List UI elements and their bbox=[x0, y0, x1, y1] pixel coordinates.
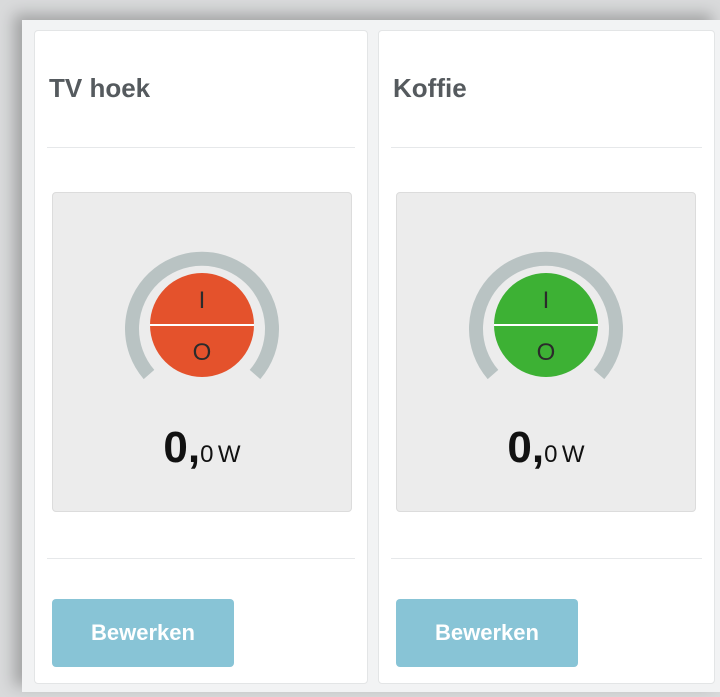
power-unit: W bbox=[217, 441, 241, 468]
switch-off-symbol: O bbox=[193, 339, 212, 366]
power-panel: I O 0,0 W bbox=[396, 192, 696, 512]
device-card-koffie: Koffie I O 0,0 W Bewerken bbox=[378, 30, 715, 684]
power-integer: 0, bbox=[163, 423, 201, 472]
device-title: TV hoek bbox=[49, 73, 151, 103]
divider bbox=[47, 147, 355, 148]
power-reading: 0,0 W bbox=[53, 423, 351, 473]
switch-off-symbol: O bbox=[537, 339, 556, 366]
power-toggle-icon[interactable]: I O bbox=[125, 248, 279, 388]
divider bbox=[391, 558, 702, 559]
device-title: Koffie bbox=[393, 73, 467, 103]
divider bbox=[391, 147, 702, 148]
power-decimal: 0 bbox=[544, 441, 558, 468]
power-decimal: 0 bbox=[200, 441, 214, 468]
power-reading: 0,0 W bbox=[397, 423, 695, 473]
power-integer: 0, bbox=[507, 423, 545, 472]
edit-button[interactable]: Bewerken bbox=[396, 599, 578, 667]
switch-on-symbol: I bbox=[199, 287, 206, 314]
power-panel: I O 0,0 W bbox=[52, 192, 352, 512]
divider bbox=[47, 558, 355, 559]
device-card-tv-hoek: TV hoek I O 0,0 W Bewerken bbox=[34, 30, 368, 684]
switch-on-symbol: I bbox=[543, 287, 550, 314]
edit-button[interactable]: Bewerken bbox=[52, 599, 234, 667]
power-unit: W bbox=[561, 441, 585, 468]
power-toggle-icon[interactable]: I O bbox=[469, 248, 623, 388]
